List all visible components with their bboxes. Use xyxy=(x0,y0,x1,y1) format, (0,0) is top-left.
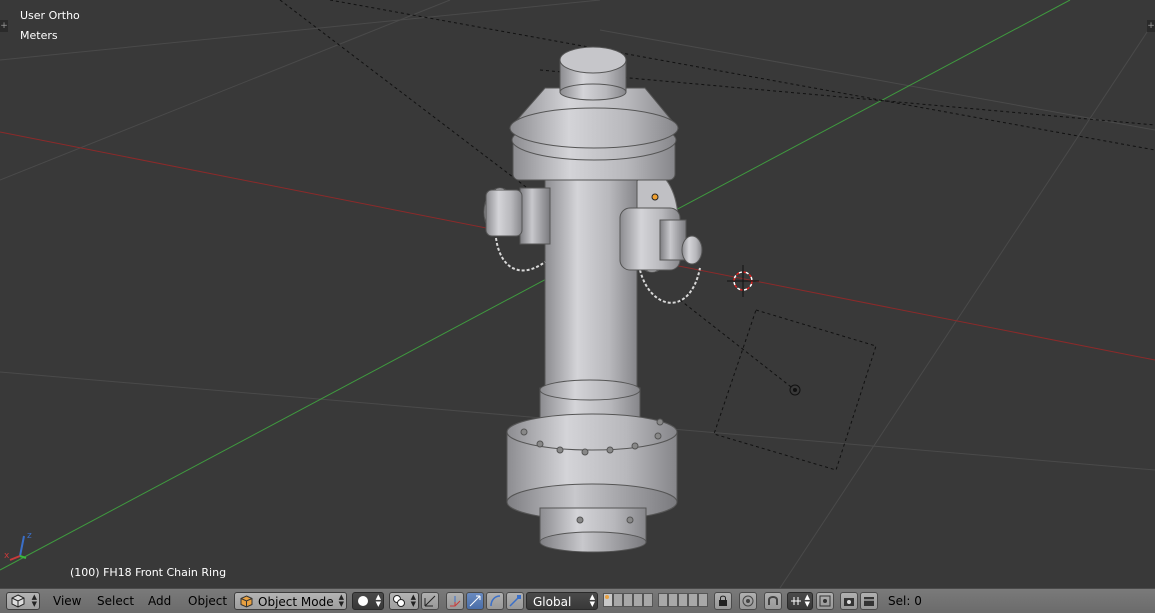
menu-view[interactable]: View xyxy=(53,594,81,608)
chevron-updown-icon: ▲ ▼ xyxy=(375,593,381,608)
axis-gizmo: z x xyxy=(4,531,32,561)
dashed-relationship-lines xyxy=(279,0,1155,471)
units-label: Meters xyxy=(20,29,58,42)
scale-icon[interactable] xyxy=(506,592,524,610)
pivot-point-dropdown[interactable]: ▲ ▼ xyxy=(389,592,419,610)
chevron-updown-icon: ▲ ▼ xyxy=(31,593,37,608)
proportional-edit-icon[interactable] xyxy=(739,592,757,610)
snap-target-icon[interactable] xyxy=(816,592,834,610)
orientation-label: Global xyxy=(533,595,572,609)
viewport-shading-dropdown[interactable]: ▲ ▼ xyxy=(352,592,384,610)
chevron-updown-icon: ▲ ▼ xyxy=(410,593,416,608)
active-object-label: (100) FH18 Front Chain Ring xyxy=(70,566,227,579)
3d-cursor xyxy=(727,265,759,297)
3d-viewport[interactable]: z x User Ortho Meters (100) FH18 Front C… xyxy=(0,0,1155,588)
chevron-updown-icon: ▲ ▼ xyxy=(804,593,810,608)
chevron-updown-icon: ▲ ▼ xyxy=(338,593,344,608)
snap-element-dropdown[interactable]: ▲ ▼ xyxy=(787,592,813,610)
layer-grid-left[interactable] xyxy=(603,592,653,610)
solid-sphere-icon xyxy=(358,596,368,606)
scene-canvas[interactable]: z x xyxy=(0,0,1155,588)
manipulator-toggle-icon[interactable] xyxy=(421,592,439,610)
lock-camera-icon[interactable] xyxy=(714,592,732,610)
tool-shelf-toggle-plus-icon[interactable]: + xyxy=(0,20,8,32)
object-mode-icon xyxy=(240,595,253,608)
properties-toggle-plus-icon[interactable]: + xyxy=(1147,20,1155,32)
transform-orientation-dropdown[interactable]: Global ▲ ▼ xyxy=(526,592,598,610)
view-name-label: User Ortho xyxy=(20,9,80,22)
menu-select[interactable]: Select xyxy=(97,594,134,608)
chevron-updown-icon: ▲ ▼ xyxy=(589,593,595,608)
mode-label: Object Mode xyxy=(258,595,334,609)
snap-toggle-icon[interactable] xyxy=(764,592,782,610)
fire-hydrant-model xyxy=(483,46,703,553)
mode-dropdown[interactable]: Object Mode ▲ ▼ xyxy=(234,592,347,610)
svg-text:x: x xyxy=(4,551,10,561)
snap-element-icon xyxy=(791,597,801,605)
cube-editor-icon xyxy=(11,594,25,608)
rotate-icon[interactable] xyxy=(486,592,504,610)
selection-count: Sel: 0 xyxy=(888,594,922,608)
opengl-render-icon[interactable] xyxy=(840,592,858,610)
menu-add[interactable]: Add xyxy=(148,594,171,608)
translate-active-icon[interactable] xyxy=(466,592,484,610)
pivot-point-icon xyxy=(393,595,405,607)
opengl-animation-icon[interactable] xyxy=(860,592,878,610)
3d-view-header: ▲ ▼ View Select Add Object Object Mode ▲ ▼… xyxy=(0,588,1155,613)
object-origin xyxy=(651,193,659,201)
translate-icon[interactable] xyxy=(446,592,464,610)
layer-grid-right[interactable] xyxy=(658,592,708,610)
editor-type-button[interactable]: ▲ ▼ xyxy=(6,592,40,610)
svg-text:z: z xyxy=(27,531,32,541)
menu-object[interactable]: Object xyxy=(188,594,227,608)
